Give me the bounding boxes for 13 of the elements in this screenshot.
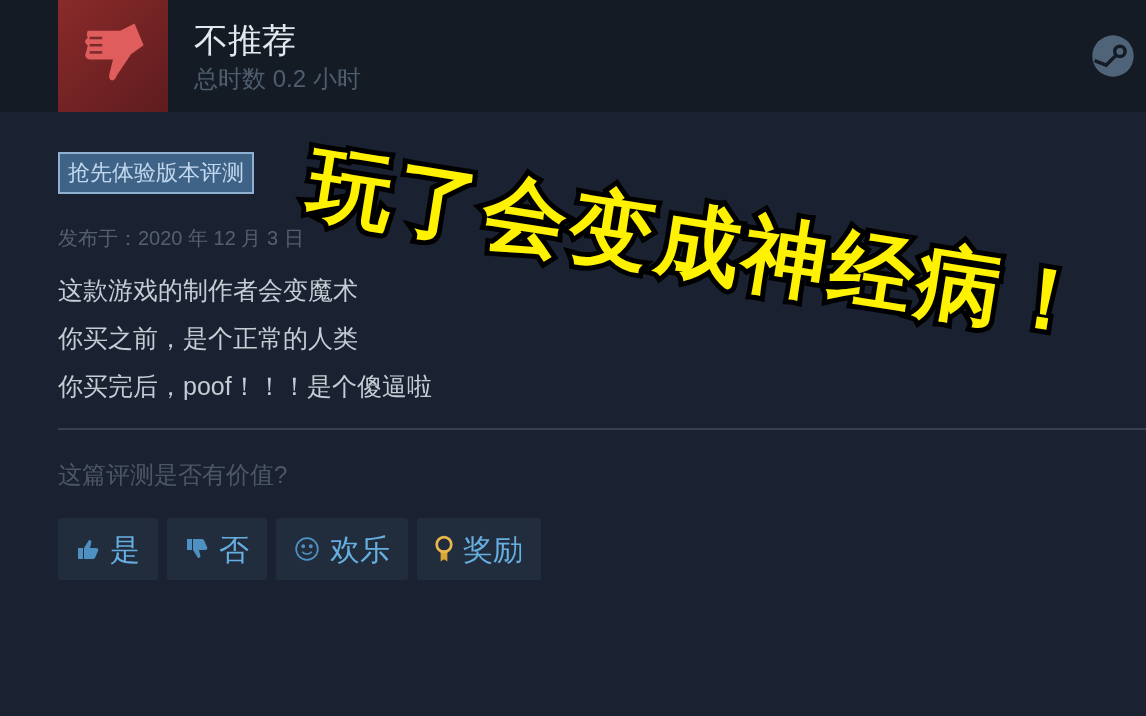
review-text-line: 这款游戏的制作者会变魔术 — [58, 275, 358, 306]
playtime-text: 总时数 0.2 小时 — [194, 64, 361, 94]
early-access-badge: 抢先体验版本评测 — [58, 152, 254, 194]
smiley-icon — [294, 536, 320, 562]
steam-logo-icon — [1090, 33, 1136, 79]
review-text-line: 你买之前，是个正常的人类 — [58, 323, 358, 354]
review-vote-button[interactable]: 是 — [58, 518, 158, 580]
review-text-line: 你买完后，poof！！！是个傻逼啦 — [58, 371, 432, 402]
review-vote-button[interactable]: 否 — [167, 518, 267, 580]
review-vote-button[interactable]: 欢乐 — [276, 518, 408, 580]
award-ribbon-icon — [435, 535, 453, 563]
review-vote-button[interactable]: 奖励 — [417, 518, 541, 580]
verdict-title: 不推荐 — [194, 20, 297, 61]
